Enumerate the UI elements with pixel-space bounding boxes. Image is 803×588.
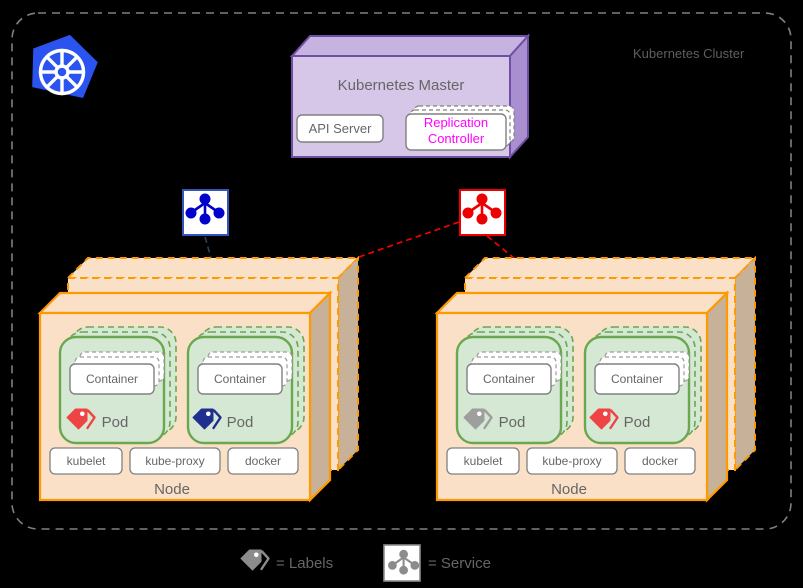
left-node[interactable]: Container Pod Container Pod kubelet kube… (37, 255, 361, 503)
right-node-daemon-kubelet[interactable]: kubelet (446, 447, 520, 475)
legend-item-service: = Service (383, 544, 491, 582)
replication-controller-box[interactable]: Replication Controller (405, 105, 515, 151)
daemon-label: docker (245, 454, 281, 468)
right-node-pod-1[interactable]: Container Pod (455, 326, 574, 445)
legend: = Labels = Service (239, 544, 491, 582)
pod-label: Pod (499, 414, 526, 431)
cluster-label: Kubernetes Cluster (633, 46, 745, 61)
daemon-label: docker (642, 454, 678, 468)
pod-label: Pod (624, 414, 651, 431)
container-label: Container (214, 372, 266, 386)
api-server-box[interactable]: API Server (296, 114, 384, 143)
right-node-daemon-docker[interactable]: docker (624, 447, 696, 475)
left-node-daemon-kube-proxy[interactable]: kube-proxy (129, 447, 221, 475)
left-node-pod-2[interactable]: Container Pod (186, 326, 305, 445)
daemon-label: kube-proxy (542, 454, 601, 468)
kubernetes-master-box[interactable]: Kubernetes Master API Server Replication… (289, 33, 531, 160)
legend-item-labels: = Labels (239, 548, 333, 572)
daemon-label: kubelet (464, 454, 503, 468)
container-label: Container (483, 372, 535, 386)
left-node-daemon-kubelet[interactable]: kubelet (49, 447, 123, 475)
left-node-daemon-docker[interactable]: docker (227, 447, 299, 475)
replication-controller-label-line2: Controller (428, 131, 485, 146)
right-node-label: Node (551, 481, 587, 498)
master-title: Kubernetes Master (338, 77, 465, 94)
api-server-label: API Server (309, 121, 373, 136)
daemon-label: kube-proxy (145, 454, 204, 468)
container-label: Container (611, 372, 663, 386)
daemon-label: kubelet (67, 454, 106, 468)
replication-controller-label-line1: Replication (424, 115, 488, 130)
pod-label: Pod (102, 414, 129, 431)
right-node-daemon-kube-proxy[interactable]: kube-proxy (526, 447, 618, 475)
right-node[interactable]: Container Pod Container Pod kubelet kube… (434, 255, 758, 503)
legend-service-text: = Service (428, 555, 491, 572)
container-label: Container (86, 372, 138, 386)
legend-labels-text: = Labels (276, 555, 333, 572)
diagram-canvas: Kubernetes Cluster Kubernetes Master API… (0, 0, 803, 588)
right-node-pod-2[interactable]: Container Pod (583, 326, 702, 445)
pod-label: Pod (227, 414, 254, 431)
label-tag-icon (239, 548, 270, 572)
kubernetes-helm-logo (32, 34, 98, 98)
left-node-label: Node (154, 481, 190, 498)
kubernetes-architecture-diagram: Kubernetes Cluster Kubernetes Master API… (11, 12, 792, 582)
service-icon-blue[interactable] (182, 189, 229, 236)
left-node-pod-1[interactable]: Container Pod (58, 326, 177, 445)
service-icon-red[interactable] (459, 189, 506, 236)
